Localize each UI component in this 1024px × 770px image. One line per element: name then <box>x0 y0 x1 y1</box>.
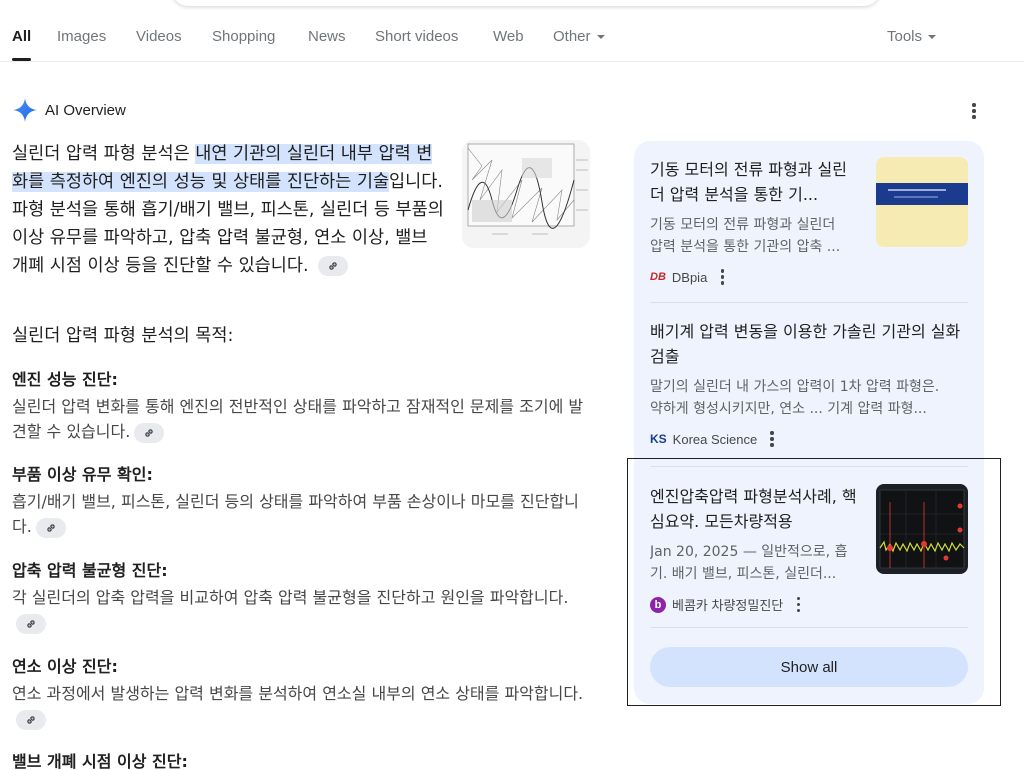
section-body-text: 흡기/배기 밸브, 피스톤, 실린더 등의 상태를 파악하여 부품 손상이나 마… <box>12 492 579 536</box>
active-tab-indicator <box>12 58 31 61</box>
show-all-button[interactable]: Show all <box>650 647 968 687</box>
snippet-line: 말기의 실린더 내 가스의 압력이 1차 압력 파형은. <box>650 379 940 395</box>
section-body-text: 실린더 압력 변화를 통해 엔진의 전반적인 상태를 파악하고 잠재적인 문제를… <box>12 397 584 441</box>
korea-science-logo: KS <box>650 432 667 446</box>
source-thumbnail <box>876 484 968 574</box>
card-divider <box>650 627 968 628</box>
section-body: 실린더 압력 변화를 통해 엔진의 전반적인 상태를 파악하고 잠재적인 문제를… <box>12 394 592 444</box>
source-attribution: b 베콤카 차량정밀진단 <box>650 595 968 614</box>
source-card-korea-science[interactable]: 배기계 압력 변동을 이용한 가솔린 기관의 실화 검출 말기의 실린더 내 가… <box>650 319 968 448</box>
sources-panel: 기동 모터의 전류 파형과 실린더 압력 분석을 통한 기... 기동 모터의 … <box>634 141 984 704</box>
intro-paragraph: 실린더 압력 파형 분석은 내연 기관의 실린더 내부 압력 변화를 측정하여 … <box>12 140 444 280</box>
becomka-logo: b <box>650 596 666 613</box>
section-valve-timing: 밸브 개폐 시점 이상 진단: <box>12 748 592 770</box>
section-body: 연소 과정에서 발생하는 압력 변화를 분석하여 연소실 내부의 연소 상태를 … <box>12 681 592 731</box>
chevron-down-icon <box>928 35 937 40</box>
search-tabs-bar: All Images Videos Shopping News Short vi… <box>0 0 1024 62</box>
more-options-icon[interactable] <box>715 268 729 286</box>
citation-link-button[interactable] <box>35 517 66 538</box>
tab-web[interactable]: Web <box>493 28 524 45</box>
tab-news[interactable]: News <box>308 28 346 45</box>
oscilloscope-image <box>876 484 968 574</box>
link-icon <box>329 262 337 270</box>
pressure-waveform-thumbnail[interactable] <box>462 140 590 248</box>
purpose-heading: 실린더 압력 파형 분석의 목적: <box>12 326 234 346</box>
source-card-title[interactable]: 기동 모터의 전류 파형과 실린더 압력 분석을 통한 기... <box>650 157 860 207</box>
section-body-text: 각 실린더의 압축 압력을 비교하여 압축 압력 불균형을 진단하고 원인을 파… <box>12 588 569 607</box>
tab-shopping[interactable]: Shopping <box>212 28 275 45</box>
tab-videos[interactable]: Videos <box>136 28 182 45</box>
link-icon <box>27 619 35 628</box>
card-divider <box>650 302 968 303</box>
gemini-spark-icon <box>13 98 37 122</box>
section-body-text: 연소 과정에서 발생하는 압력 변화를 분석하여 연소실 내부의 연소 상태를 … <box>12 684 584 703</box>
source-thumbnail <box>876 157 968 247</box>
section-combustion-anomaly: 연소 이상 진단: 연소 과정에서 발생하는 압력 변화를 분석하여 연소실 내… <box>12 653 592 731</box>
ai-overview-title: AI Overview <box>45 101 126 119</box>
tab-other[interactable]: Other <box>553 28 605 45</box>
document-cover-image <box>876 157 968 247</box>
ks-logo-text: KS <box>650 432 667 446</box>
link-icon <box>47 523 55 532</box>
tab-images[interactable]: Images <box>57 28 106 45</box>
source-name: Korea Science <box>672 431 758 447</box>
more-options-icon[interactable] <box>964 101 984 121</box>
section-title: 연소 이상 진단: <box>12 657 118 676</box>
source-name: DBpia <box>671 269 708 285</box>
section-compression-imbalance: 압축 압력 불균형 진단: 각 실린더의 압축 압력을 비교하여 압축 압력 불… <box>12 557 592 635</box>
ai-overview-header: AI Overview <box>12 96 126 124</box>
section-body: 흡기/배기 밸브, 피스톤, 실린더 등의 상태를 파악하여 부품 손상이나 마… <box>12 489 592 539</box>
citation-link-button[interactable] <box>16 709 46 730</box>
section-engine-performance: 엔진 성능 진단: 실린더 압력 변화를 통해 엔진의 전반적인 상태를 파악하… <box>12 366 592 444</box>
citation-link-button[interactable] <box>318 256 349 276</box>
more-options-icon[interactable] <box>791 596 805 614</box>
dbpia-logo: DB <box>650 271 666 283</box>
tab-short-videos[interactable]: Short videos <box>375 28 458 45</box>
card-divider <box>650 466 968 467</box>
link-icon <box>27 715 35 724</box>
tab-all[interactable]: All <box>12 28 31 45</box>
section-title: 부품 이상 유무 확인: <box>12 465 153 484</box>
source-card-snippet: 말기의 실린더 내 가스의 압력이 1차 압력 파형은. 약하게 형성시키지만,… <box>650 376 968 420</box>
intro-lead: 실린더 압력 파형 분석은 <box>12 144 196 164</box>
tools-button[interactable]: Tools <box>887 28 937 45</box>
source-attribution: KS Korea Science <box>650 430 968 448</box>
source-name: 베콤카 차량정밀진단 <box>672 598 784 613</box>
section-part-inspection: 부품 이상 유무 확인: 흡기/배기 밸브, 피스톤, 실린더 등의 상태를 파… <box>12 461 592 539</box>
waveform-image <box>462 140 590 248</box>
snippet-line: 약하게 형성시키지만, 연소 ... 기계 압력 파형... <box>650 401 927 417</box>
section-title: 압축 압력 불균형 진단: <box>12 561 168 580</box>
source-card-title[interactable]: 엔진압축압력 파형분석사례, 핵심요약. 모든차량적용 <box>650 484 860 534</box>
citation-link-button[interactable] <box>134 422 165 443</box>
chevron-down-icon <box>596 35 605 40</box>
section-title: 엔진 성능 진단: <box>12 370 118 389</box>
tools-label: Tools <box>887 28 923 45</box>
link-icon <box>145 428 154 437</box>
section-body: 각 실린더의 압축 압력을 비교하여 압축 압력 불균형을 진단하고 원인을 파… <box>12 585 592 635</box>
section-title: 밸브 개폐 시점 이상 진단: <box>12 752 188 770</box>
source-attribution: DB DBpia <box>650 268 968 286</box>
more-options-icon[interactable] <box>765 430 779 448</box>
ai-overview-body: 실린더 압력 파형 분석은 내연 기관의 실린더 내부 압력 변화를 측정하여 … <box>12 140 592 770</box>
source-card-title[interactable]: 배기계 압력 변동을 이용한 가솔린 기관의 실화 검출 <box>650 319 968 369</box>
tab-other-label: Other <box>553 28 591 45</box>
citation-link-button[interactable] <box>16 613 46 634</box>
source-card-becomka[interactable]: 엔진압축압력 파형분석사례, 핵심요약. 모든차량적용 Jan 20, 2025… <box>650 484 968 614</box>
source-card-dbpia[interactable]: 기동 모터의 전류 파형과 실린더 압력 분석을 통한 기... 기동 모터의 … <box>650 157 968 286</box>
